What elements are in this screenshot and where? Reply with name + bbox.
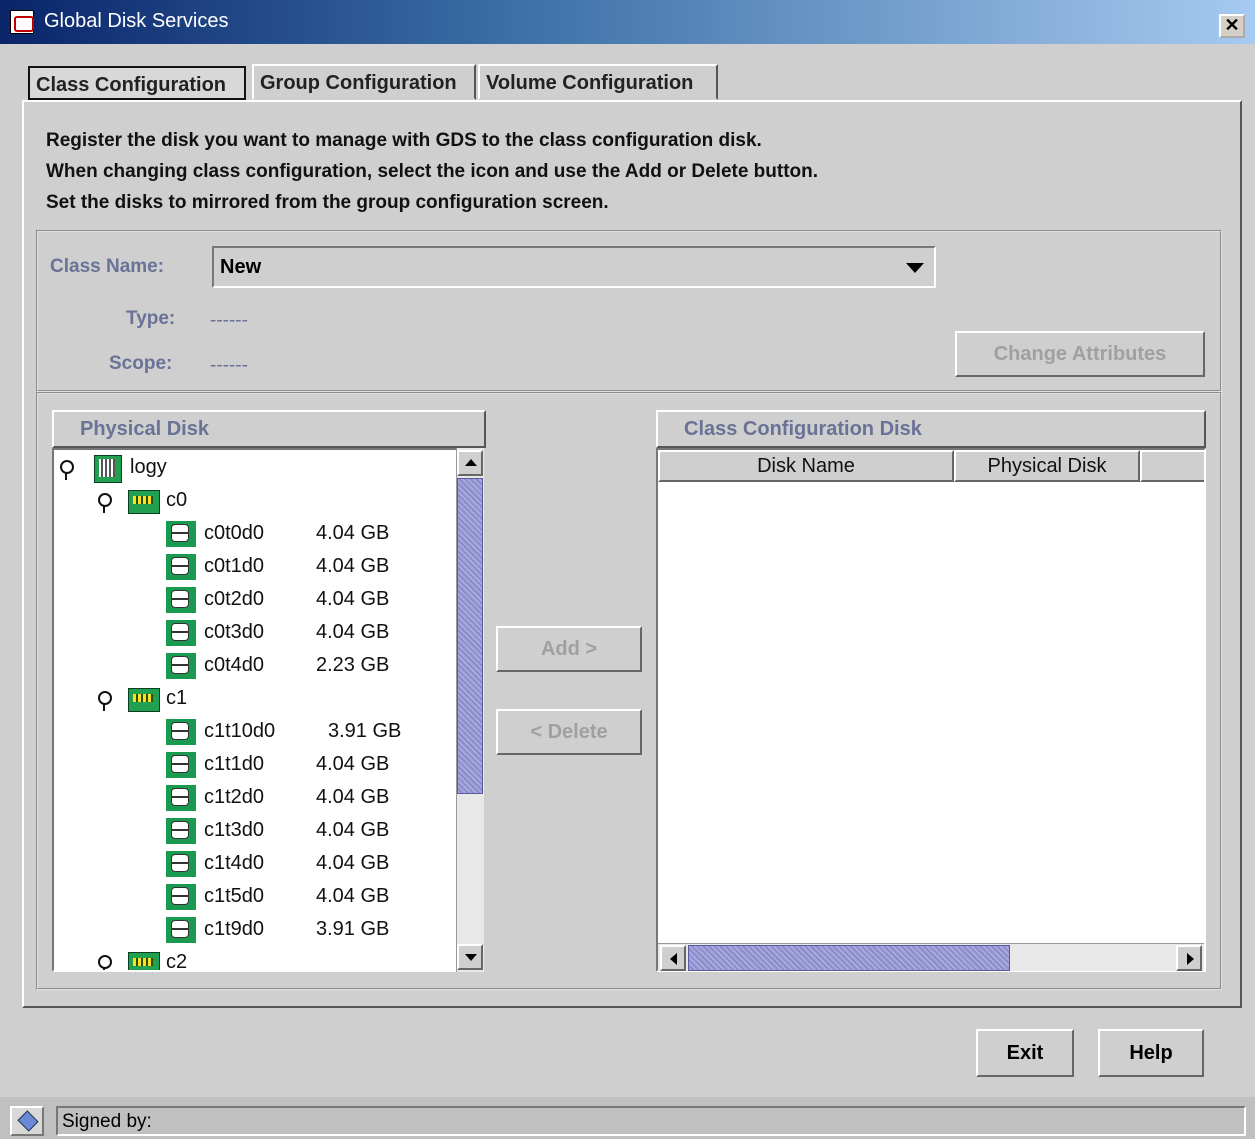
change-attributes-button[interactable]: Change Attributes — [955, 331, 1205, 377]
disk-name: c0t2d0 — [204, 588, 265, 610]
type-value: ------ — [210, 310, 248, 331]
disk-size: 4.04 GB — [316, 786, 390, 808]
disk-icon — [166, 752, 196, 778]
disk-size: 4.04 GB — [316, 852, 390, 874]
disk-size: 4.04 GB — [316, 819, 390, 841]
disk-name: c1t3d0 — [204, 819, 265, 841]
column-header-truncated[interactable]: S — [1140, 450, 1204, 482]
disk-size: 4.04 GB — [316, 555, 390, 577]
scroll-thumb[interactable] — [457, 478, 483, 794]
disk-icon — [166, 917, 196, 943]
app-icon — [10, 10, 34, 34]
disk-size: 4.04 GB — [316, 588, 390, 610]
disk-size: 3.91 GB — [328, 720, 402, 742]
scope-label: Scope: — [109, 353, 173, 374]
disk-name: c0t4d0 — [204, 654, 265, 676]
tree-node-label: logy — [130, 456, 167, 478]
disk-icon — [166, 620, 196, 646]
tree-node-label: c1 — [166, 687, 188, 709]
disk-name: c1t4d0 — [204, 852, 265, 874]
disk-size: 4.04 GB — [316, 522, 390, 544]
tab-volume-configuration[interactable]: Volume Configuration — [478, 64, 718, 100]
class-name-value: New — [220, 256, 262, 278]
column-header-disk-name[interactable]: Disk Name — [658, 450, 954, 482]
physical-disk-header: Physical Disk — [52, 410, 486, 448]
disk-icon — [166, 851, 196, 877]
help-button[interactable]: Help — [1098, 1029, 1204, 1077]
close-button[interactable]: ✕ — [1219, 14, 1245, 38]
scroll-right-button[interactable] — [1176, 945, 1202, 971]
window-title: Global Disk Services — [44, 10, 229, 32]
arrow-down-icon — [465, 954, 477, 961]
scroll-thumb[interactable] — [688, 945, 1010, 971]
type-label: Type: — [126, 308, 176, 329]
expand-icon[interactable] — [98, 691, 112, 711]
arrow-up-icon — [465, 459, 477, 466]
class-configuration-disk-header: Class Configuration Disk — [656, 410, 1206, 448]
tab-class-configuration[interactable]: Class Configuration — [28, 66, 246, 100]
controller-icon — [128, 688, 160, 712]
disk-name: c0t0d0 — [204, 522, 265, 544]
status-text: Signed by: — [56, 1106, 1246, 1136]
disk-icon — [166, 818, 196, 844]
signature-icon — [10, 1106, 44, 1136]
disk-icon — [166, 785, 196, 811]
disk-size: 2.23 GB — [316, 654, 390, 676]
expand-icon[interactable] — [98, 955, 112, 970]
instruction-line-3: Set the disks to mirrored from the group… — [46, 192, 609, 213]
host-icon — [94, 455, 122, 483]
instruction-line-1: Register the disk you want to manage wit… — [46, 130, 762, 151]
disk-icon — [166, 719, 196, 745]
disk-size: 4.04 GB — [316, 753, 390, 775]
expand-icon[interactable] — [98, 493, 112, 513]
controller-icon — [128, 952, 160, 970]
disk-name: c1t5d0 — [204, 885, 265, 907]
disk-name: c1t2d0 — [204, 786, 265, 808]
disk-size: 4.04 GB — [316, 621, 390, 643]
class-name-select[interactable]: New — [212, 246, 936, 288]
disk-name: c0t3d0 — [204, 621, 265, 643]
scroll-down-button[interactable] — [457, 944, 483, 970]
class-name-label: Class Name: — [50, 256, 165, 277]
tree-vertical-scrollbar[interactable] — [456, 448, 484, 972]
arrow-right-icon — [1187, 953, 1194, 965]
disk-name: c0t1d0 — [204, 555, 265, 577]
scroll-left-button[interactable] — [660, 945, 686, 971]
disk-icon — [166, 884, 196, 910]
controller-icon — [128, 490, 160, 514]
disk-size: 4.04 GB — [316, 885, 390, 907]
chevron-down-icon[interactable] — [906, 263, 924, 273]
disk-name: c1t1d0 — [204, 753, 265, 775]
table-horizontal-scrollbar[interactable] — [658, 943, 1204, 971]
instruction-line-2: When changing class configuration, selec… — [46, 161, 819, 182]
scroll-up-button[interactable] — [457, 450, 483, 476]
arrow-left-icon — [670, 953, 677, 965]
tab-group-configuration[interactable]: Group Configuration — [252, 64, 476, 100]
exit-button[interactable]: Exit — [976, 1029, 1074, 1077]
disk-icon — [166, 521, 196, 547]
tree-node-label: c2 — [166, 951, 188, 972]
physical-disk-tree[interactable]: logy c0 c0t0d0 4.04 GB c0t1d0 4.04 GB c0t2… — [52, 448, 484, 972]
disk-name: c1t10d0 — [204, 720, 276, 742]
disk-icon — [166, 653, 196, 679]
disk-icon — [166, 554, 196, 580]
delete-button[interactable]: < Delete — [496, 709, 642, 755]
disk-icon — [166, 587, 196, 613]
tree-node-label: c0 — [166, 489, 188, 511]
disk-name: c1t9d0 — [204, 918, 265, 940]
class-configuration-disk-table[interactable]: Disk Name Physical Disk S — [656, 448, 1206, 972]
disk-size: 3.91 GB — [316, 918, 390, 940]
add-button[interactable]: Add > — [496, 626, 642, 672]
column-header-physical-disk[interactable]: Physical Disk — [954, 450, 1140, 482]
expand-icon[interactable] — [60, 460, 74, 480]
scope-value: ------ — [210, 355, 248, 376]
